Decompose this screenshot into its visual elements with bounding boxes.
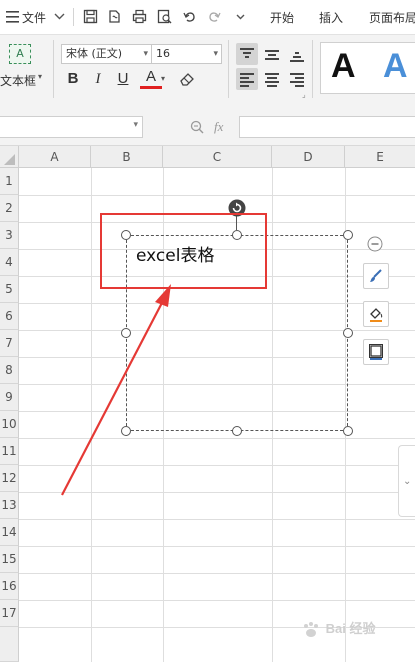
tab-insert[interactable]: 插入 (319, 9, 343, 26)
grid-line (19, 573, 415, 574)
font-size-dropdown-icon: ▾ (213, 49, 218, 59)
shape-fill-button[interactable] (363, 301, 389, 327)
resize-handle-top-right[interactable] (343, 230, 353, 240)
row-header-12[interactable]: 12 (0, 465, 19, 492)
name-box-dropdown-icon[interactable]: ▾ (133, 120, 138, 130)
ribbon-divider (228, 40, 229, 98)
fill-bucket-icon (370, 308, 383, 322)
grid-line (19, 195, 415, 196)
print-icon[interactable] (131, 8, 148, 25)
watermark: Bai 经验 (300, 618, 375, 639)
font-size-select[interactable]: 16 ▾ (151, 44, 222, 64)
outline-icon (369, 344, 383, 360)
font-name-dropdown-icon: ▾ (143, 49, 148, 59)
row-header-4[interactable]: 4 (0, 249, 19, 276)
fx-label[interactable]: fx (214, 119, 223, 135)
menu-divider (73, 8, 74, 26)
side-panel-tab[interactable]: ⌄ (398, 445, 415, 517)
style-preview-black[interactable]: A (331, 47, 356, 86)
row-header-15[interactable]: 15 (0, 546, 19, 573)
column-header-e[interactable]: E (345, 146, 415, 168)
align-left-button[interactable] (236, 68, 258, 90)
collapse-minus-icon[interactable] (367, 236, 383, 252)
textbox-button-label[interactable]: 文本框 (0, 72, 36, 89)
resize-handle-bottom-right[interactable] (343, 426, 353, 436)
row-header-9[interactable]: 9 (0, 384, 19, 411)
grid-line (19, 600, 415, 601)
column-header-d[interactable]: D (272, 146, 345, 168)
font-size-value: 16 (156, 47, 170, 60)
row-header-2[interactable]: 2 (0, 195, 19, 222)
watermark-text: Bai 经验 (325, 621, 376, 636)
row-header-11[interactable]: 11 (0, 438, 19, 465)
row-header-6[interactable]: 6 (0, 303, 19, 330)
ribbon-divider (53, 40, 54, 98)
tab-page-layout[interactable]: 页面布局 (369, 9, 415, 26)
zoom-search-icon[interactable] (189, 119, 205, 135)
row-header-14[interactable]: 14 (0, 519, 19, 546)
column-header-a[interactable]: A (19, 146, 91, 168)
bold-button[interactable]: B (62, 68, 84, 90)
column-header-b[interactable]: B (91, 146, 163, 168)
eraser-icon[interactable] (178, 70, 196, 88)
row-header-5[interactable]: 5 (0, 276, 19, 303)
textbox-icon[interactable]: A (9, 44, 31, 64)
save-icon[interactable] (82, 8, 99, 25)
undo-icon[interactable] (181, 8, 198, 25)
align-top-button[interactable] (236, 43, 258, 65)
brush-icon (370, 269, 382, 282)
select-all-corner[interactable] (0, 146, 19, 168)
grid-line (19, 546, 415, 547)
font-name-select[interactable]: 宋体 (正文) ▾ (61, 44, 152, 64)
chevron-down-icon[interactable] (51, 8, 68, 25)
hamburger-menu-icon[interactable] (4, 8, 21, 25)
row-header-3[interactable]: 3 (0, 222, 19, 249)
resize-handle-bottom[interactable] (232, 426, 242, 436)
paw-logo-icon (304, 621, 318, 637)
align-right-button[interactable] (286, 68, 308, 90)
menu-bar: 文件 开始 插入 页面布局 (0, 0, 415, 34)
italic-button[interactable]: I (87, 68, 109, 90)
row-header-17[interactable]: 17 (0, 600, 19, 627)
annotation-arrow-icon (61, 284, 171, 496)
textbox-dropdown-arrow-icon[interactable]: ▾ (38, 72, 42, 81)
tab-start[interactable]: 开始 (270, 9, 294, 26)
formula-input[interactable] (239, 116, 415, 138)
font-name-value: 宋体 (正文) (66, 47, 123, 60)
shape-outline-button[interactable] (363, 339, 389, 365)
file-menu[interactable]: 文件 (22, 9, 46, 26)
ribbon-divider (312, 40, 313, 98)
grid-line (19, 519, 415, 520)
row-header-8[interactable]: 8 (0, 357, 19, 384)
redo-icon[interactable] (206, 8, 223, 25)
style-preview-blue[interactable]: A (383, 47, 408, 86)
font-color-button[interactable]: A (140, 68, 162, 89)
align-middle-button[interactable] (261, 43, 283, 65)
row-header-10[interactable]: 10 (0, 411, 19, 438)
row-header-16[interactable]: 16 (0, 573, 19, 600)
row-header-18[interactable] (0, 627, 19, 662)
name-box[interactable]: ▾ (0, 116, 143, 138)
row-header-1[interactable]: 1 (0, 168, 19, 195)
align-bottom-button[interactable] (286, 43, 308, 65)
panel-expand-icon: ⌄ (403, 476, 412, 487)
column-header-c[interactable]: C (163, 146, 272, 168)
row-header-13[interactable]: 13 (0, 492, 19, 519)
select-all-triangle-icon (4, 154, 15, 165)
font-color-dropdown-icon[interactable]: ▾ (161, 74, 165, 83)
align-center-button[interactable] (261, 68, 283, 90)
output-pdf-icon[interactable] (106, 8, 123, 25)
quick-access-more-icon[interactable] (232, 8, 249, 25)
text-style-button[interactable] (363, 263, 389, 289)
dialog-launcher-icon[interactable]: ⌟ (302, 90, 306, 99)
resize-handle-right[interactable] (343, 328, 353, 338)
text-style-gallery[interactable]: A A (320, 42, 415, 94)
print-preview-icon[interactable] (156, 8, 173, 25)
underline-button[interactable]: U (112, 68, 134, 90)
row-header-7[interactable]: 7 (0, 330, 19, 357)
